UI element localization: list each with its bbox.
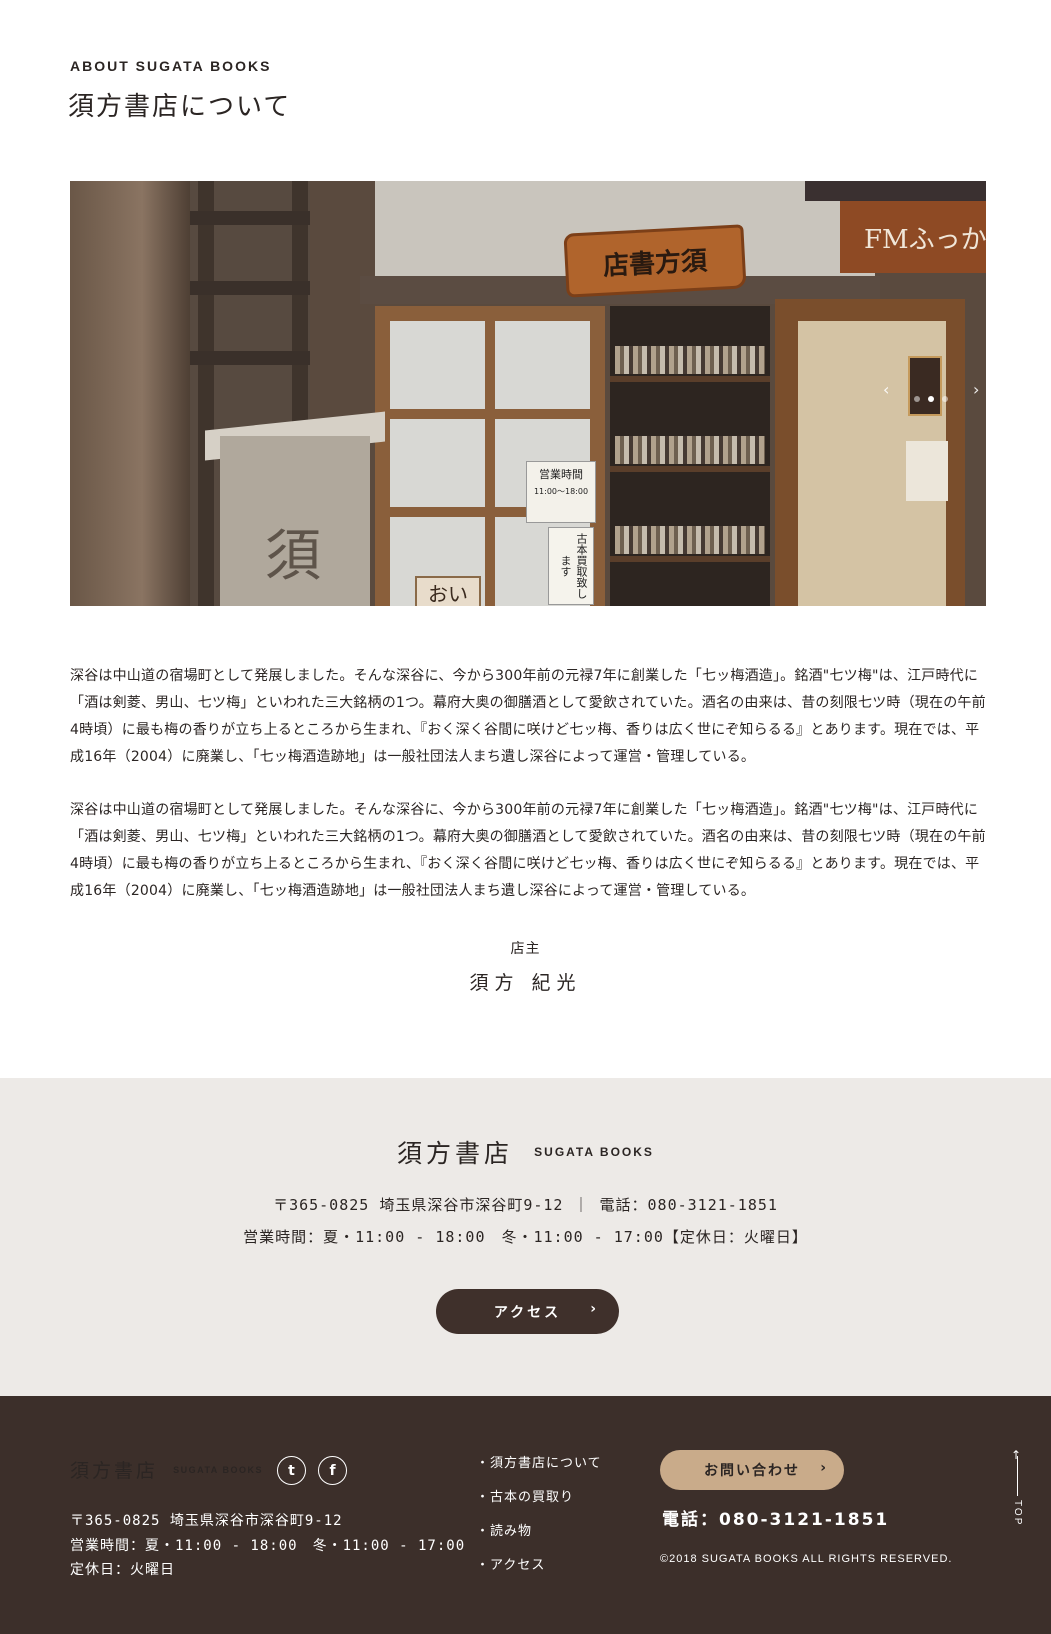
- hero-hours-card-text: 11:00〜18:00: [533, 487, 589, 496]
- contact-button[interactable]: お問い合わせ ›: [660, 1450, 844, 1490]
- back-to-top-button[interactable]: ↑ TOP: [1010, 1448, 1026, 1526]
- back-to-top-label: TOP: [1012, 1500, 1023, 1527]
- copyright: ©2018 SUGATA BOOKS ALL RIGHTS RESERVED.: [660, 1553, 953, 1565]
- hero-shelf: [610, 556, 770, 562]
- info-address: 〒365-0825 埼玉県深谷市深谷町9-12 ｜ 電話：080-3121-18…: [273, 1196, 778, 1214]
- slider-next-icon[interactable]: ›: [973, 380, 979, 399]
- chevron-right-icon: ›: [590, 1301, 599, 1317]
- chevron-right-icon: ›: [820, 1460, 828, 1476]
- footer-closed-day: 定休日：火曜日: [70, 1562, 175, 1578]
- hero-buy-card: 古本買取致します: [548, 527, 594, 605]
- footer-address: 〒365-0825 埼玉県深谷市深谷町9-12: [70, 1513, 343, 1529]
- hero-ladder-rung: [190, 351, 310, 365]
- hero-notes: [906, 441, 948, 501]
- hero-ladder-rail: [198, 181, 214, 606]
- hero-poster: [908, 356, 942, 416]
- hero-hours-card: 営業時間 11:00〜18:00: [526, 461, 596, 523]
- hero-books: [615, 526, 765, 554]
- arrow-up-line: [1017, 1456, 1018, 1496]
- footer-nav-about[interactable]: ・須方書店について: [476, 1452, 602, 1471]
- hero-ladder-rung: [190, 281, 310, 295]
- hero-small-sign: おい: [415, 576, 481, 606]
- info-brand: 須方書店 SUGATA BOOKS: [0, 1134, 1051, 1170]
- info-hours: 営業時間：夏・11:00 - 18:00 冬・11:00 - 17:00【定休日…: [243, 1228, 808, 1246]
- facebook-icon[interactable]: f: [318, 1456, 347, 1485]
- about-paragraph-1: 深谷は中山道の宿場町として発展しました。そんな深谷に、今から300年前の元禄7年…: [70, 668, 986, 765]
- hero-books: [615, 436, 765, 464]
- footer-brand-en: SUGATA BOOKS: [173, 1464, 263, 1475]
- footer-nav-reading[interactable]: ・読み物: [476, 1520, 532, 1539]
- access-button-label: アクセス: [493, 1304, 562, 1321]
- hero-fm-sign: FMふっか: [840, 201, 986, 273]
- hero-roof: [805, 181, 986, 201]
- hero-shelf: [610, 466, 770, 472]
- owner-name: 須方 紀光: [469, 972, 582, 994]
- hero-hours-card-title: 営業時間: [539, 468, 583, 481]
- slider-prev-icon[interactable]: ‹: [883, 380, 889, 399]
- hero-image: 店書方須 FMふっか 営業時間 11:00〜18:00 古本買取致します 須 お…: [70, 181, 986, 606]
- info-brand-en: SUGATA BOOKS: [534, 1145, 654, 1159]
- section-eyebrow: ABOUT SUGATA BOOKS: [70, 58, 272, 74]
- twitter-icon[interactable]: t: [277, 1456, 306, 1485]
- hero-post-carving: 須: [265, 524, 321, 589]
- page-title: 須方書店について: [68, 92, 292, 122]
- slider-dot[interactable]: [914, 396, 920, 402]
- footer-phone: 電話：080-3121-1851: [662, 1510, 890, 1530]
- hero-wall: [70, 181, 190, 606]
- hero-books: [615, 346, 765, 374]
- access-button[interactable]: アクセス ›: [436, 1289, 619, 1334]
- contact-button-label: お問い合わせ: [704, 1463, 800, 1479]
- footer-brand[interactable]: 須方書店 SUGATA BOOKS: [70, 1456, 263, 1483]
- footer-brand-jp: 須方書店: [70, 1460, 159, 1482]
- hero-window-pane: [390, 419, 485, 507]
- footer-hours: 営業時間：夏・11:00 - 18:00 冬・11:00 - 17:00: [70, 1538, 466, 1554]
- footer-nav-buyback[interactable]: ・古本の買取り: [476, 1486, 574, 1505]
- slider-dot[interactable]: [942, 396, 948, 402]
- slider-dots: [914, 396, 948, 402]
- info-brand-jp: 須方書店: [397, 1139, 514, 1168]
- hero-shop-sign: 店書方須: [563, 224, 747, 298]
- owner-role: 店主: [510, 941, 541, 957]
- footer-nav-access[interactable]: ・アクセス: [476, 1554, 545, 1573]
- hero-ladder-rung: [190, 211, 310, 225]
- hero-window-pane: [495, 321, 590, 409]
- slider-dot-active[interactable]: [928, 396, 934, 402]
- hero-shelf: [610, 376, 770, 382]
- about-paragraph-2: 深谷は中山道の宿場町として発展しました。そんな深谷に、今から300年前の元禄7年…: [70, 802, 986, 899]
- hero-window-pane: [390, 321, 485, 409]
